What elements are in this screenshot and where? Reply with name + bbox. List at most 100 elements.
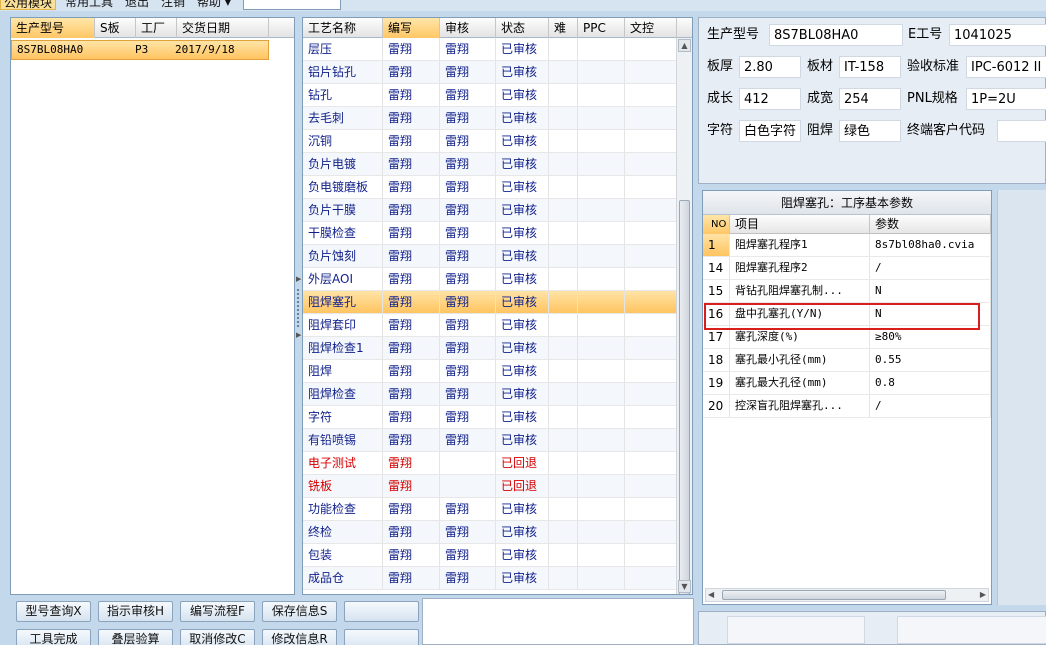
menu-public-module[interactable]: 公用模块 [0,0,57,10]
hscroll-thumb[interactable] [722,590,946,600]
instruct-review-button[interactable]: 指示审核H [98,601,173,622]
process-row[interactable]: 阻焊检查 雷翔 雷翔 已审核 [303,383,677,406]
process-row[interactable]: 铣板 雷翔 已回退 [303,475,677,498]
col-ppc[interactable]: PPC [578,18,625,38]
doc-control-cell [625,360,677,382]
menu-logout[interactable]: 注销 [158,0,188,10]
process-row[interactable]: 负片电镀 雷翔 雷翔 已审核 [303,153,677,176]
process-row[interactable]: 阻焊塞孔 雷翔 雷翔 已审核 [303,291,677,314]
eng-no-field[interactable]: 1041025 [949,24,1046,46]
param-row[interactable]: 20 控深盲孔阻焊塞孔... / [703,395,991,418]
character-field[interactable]: 白色字符 [739,120,801,142]
col-status[interactable]: 状态 [496,18,549,38]
process-row[interactable]: 有铅喷锡 雷翔 雷翔 已审核 [303,429,677,452]
model-row[interactable]: 8S7BL08HA0 P3 2017/9/18 [11,40,269,60]
process-row[interactable]: 负片干膜 雷翔 雷翔 已审核 [303,199,677,222]
param-row[interactable]: 15 背钻孔阻焊塞孔制... N [703,280,991,303]
process-row[interactable]: 字符 雷翔 雷翔 已审核 [303,406,677,429]
col-reviewer[interactable]: 审核 [440,18,496,38]
process-row[interactable]: 负片蚀刻 雷翔 雷翔 已审核 [303,245,677,268]
menu-common-tools[interactable]: 常用工具 [62,0,116,10]
param-row[interactable]: 1 阻焊塞孔程序1 8s7bl08ha0.cvia [703,234,991,257]
process-row[interactable]: 负电镀磨板 雷翔 雷翔 已审核 [303,176,677,199]
writer-cell: 雷翔 [383,199,440,221]
process-row[interactable]: 阻焊检查1 雷翔 雷翔 已审核 [303,337,677,360]
process-row[interactable]: 钻孔 雷翔 雷翔 已审核 [303,84,677,107]
col-s-board[interactable]: S板 [95,18,136,38]
solder-mask-label: 阻焊 [807,123,834,138]
process-row[interactable]: 包装 雷翔 雷翔 已审核 [303,544,677,567]
col-doc-control[interactable]: 文控 [625,18,677,38]
bottom-field-1[interactable] [727,616,865,644]
pnl-field[interactable]: 1P=2U [966,88,1046,110]
writer-cell: 雷翔 [383,521,440,543]
menu-help[interactable]: 帮助 ▾ [194,0,234,10]
difficulty-cell [549,38,578,60]
param-row[interactable]: 14 阻焊塞孔程序2/ [703,257,991,280]
param-row[interactable]: 18 塞孔最小孔径(mm) 0.55 [703,349,991,372]
col-writer[interactable]: 编写 [383,18,440,38]
tool-complete-button[interactable]: 工具完成 [16,629,91,645]
write-flow-button[interactable]: 编写流程F [180,601,255,622]
process-list-scrollbar[interactable]: ▲ ▼ [676,38,692,594]
menu-exit[interactable]: 退出 [122,0,152,10]
process-row[interactable]: 电子测试 雷翔 已回退 [303,452,677,475]
param-value-cell[interactable]: 0.8 [870,372,991,394]
scroll-left-icon[interactable]: ◀ [708,589,714,601]
scroll-thumb[interactable] [679,200,690,594]
process-row[interactable]: 层压 雷翔 雷翔 已审核 [303,38,677,61]
blank-button[interactable] [344,601,419,622]
cancel-edit-button[interactable]: 取消修改C [180,629,255,645]
layer-calc-button[interactable]: 叠层验算 [98,629,173,645]
col-model[interactable]: 生产型号 [11,18,95,38]
process-row[interactable]: 干膜检查 雷翔 雷翔 已审核 [303,222,677,245]
process-row[interactable]: 阻焊套印 雷翔 雷翔 已审核 [303,314,677,337]
bottom-field-2[interactable] [897,616,1046,644]
blank-button-2[interactable] [344,629,419,645]
process-row[interactable]: 阻焊 雷翔 雷翔 已审核 [303,360,677,383]
col-delivery-date[interactable]: 交货日期 [177,18,269,38]
process-row[interactable]: 去毛刺 雷翔 雷翔 已审核 [303,107,677,130]
width-field[interactable]: 254 [839,88,901,110]
process-row[interactable]: 外层AOI 雷翔 雷翔 已审核 [303,268,677,291]
solder-mask-field[interactable]: 绿色 [839,120,901,142]
param-row[interactable]: 19 塞孔最大孔径(mm) 0.8 [703,372,991,395]
params-horizontal-scrollbar[interactable]: ◀ ▶ [705,588,989,602]
param-value-cell[interactable]: / [870,395,991,417]
model-label: 生产型号 [707,27,760,42]
scroll-down-icon[interactable]: ▼ [678,580,691,593]
process-row[interactable]: 成品仓 雷翔 雷翔 已审核 [303,567,677,590]
edit-info-button[interactable]: 修改信息R [262,629,337,645]
col-factory[interactable]: 工厂 [136,18,177,38]
process-row[interactable]: 终检 雷翔 雷翔 已审核 [303,521,677,544]
customer-code-field[interactable] [997,120,1046,142]
col-param[interactable]: 参数 [870,215,991,234]
pane-splitter[interactable]: ▶ ▶ [295,17,302,595]
col-item[interactable]: 项目 [730,215,870,234]
scroll-right-icon[interactable]: ▶ [980,589,986,601]
col-difficulty[interactable]: 难 [549,18,578,38]
thickness-field[interactable]: 2.80 [739,56,801,78]
process-row[interactable]: 沉铜 雷翔 雷翔 已审核 [303,130,677,153]
scroll-up-icon[interactable]: ▲ [678,39,691,52]
param-value-cell[interactable]: N [870,280,991,302]
model-field[interactable]: 8S7BL08HA0 [769,24,903,46]
pnl-label: PNL规格 [907,91,958,106]
param-value-cell[interactable]: / [870,257,991,279]
material-field[interactable]: IT-158 [839,56,901,78]
save-info-button[interactable]: 保存信息S [262,601,337,622]
col-process-name[interactable]: 工艺名称 [303,18,383,38]
standard-field[interactable]: IPC-6012 II [966,56,1046,78]
status-cell: 已审核 [496,199,549,221]
ppc-cell [578,406,625,428]
length-field[interactable]: 412 [739,88,801,110]
param-value-cell[interactable]: 0.55 [870,349,991,371]
param-value-cell[interactable]: 8s7bl08ha0.cvia [870,234,991,256]
process-row[interactable]: 功能检查 雷翔 雷翔 已审核 [303,498,677,521]
col-no[interactable]: NO [703,215,730,234]
process-row[interactable]: 铝片钻孔 雷翔 雷翔 已审核 [303,61,677,84]
difficulty-cell [549,222,578,244]
ppc-cell [578,429,625,451]
menu-combo-box[interactable] [243,0,341,10]
model-query-button[interactable]: 型号查询X [16,601,91,622]
